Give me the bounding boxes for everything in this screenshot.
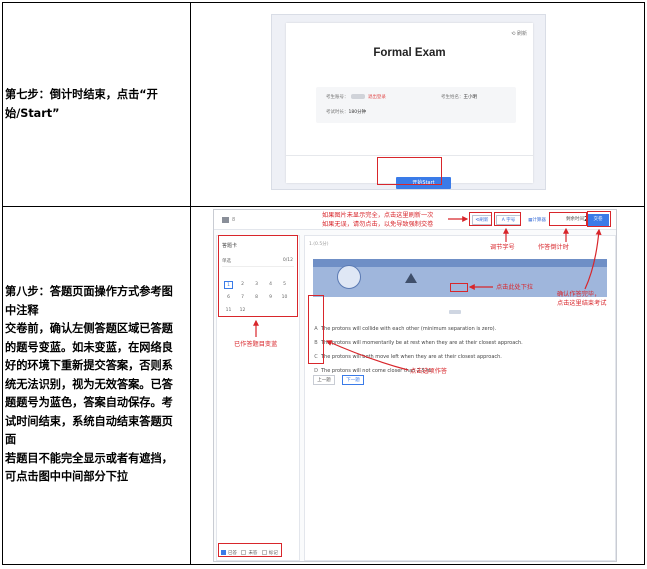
options-arrow (325, 340, 409, 371)
submit-arrow (584, 228, 602, 290)
annotation-arrows (253, 216, 602, 371)
